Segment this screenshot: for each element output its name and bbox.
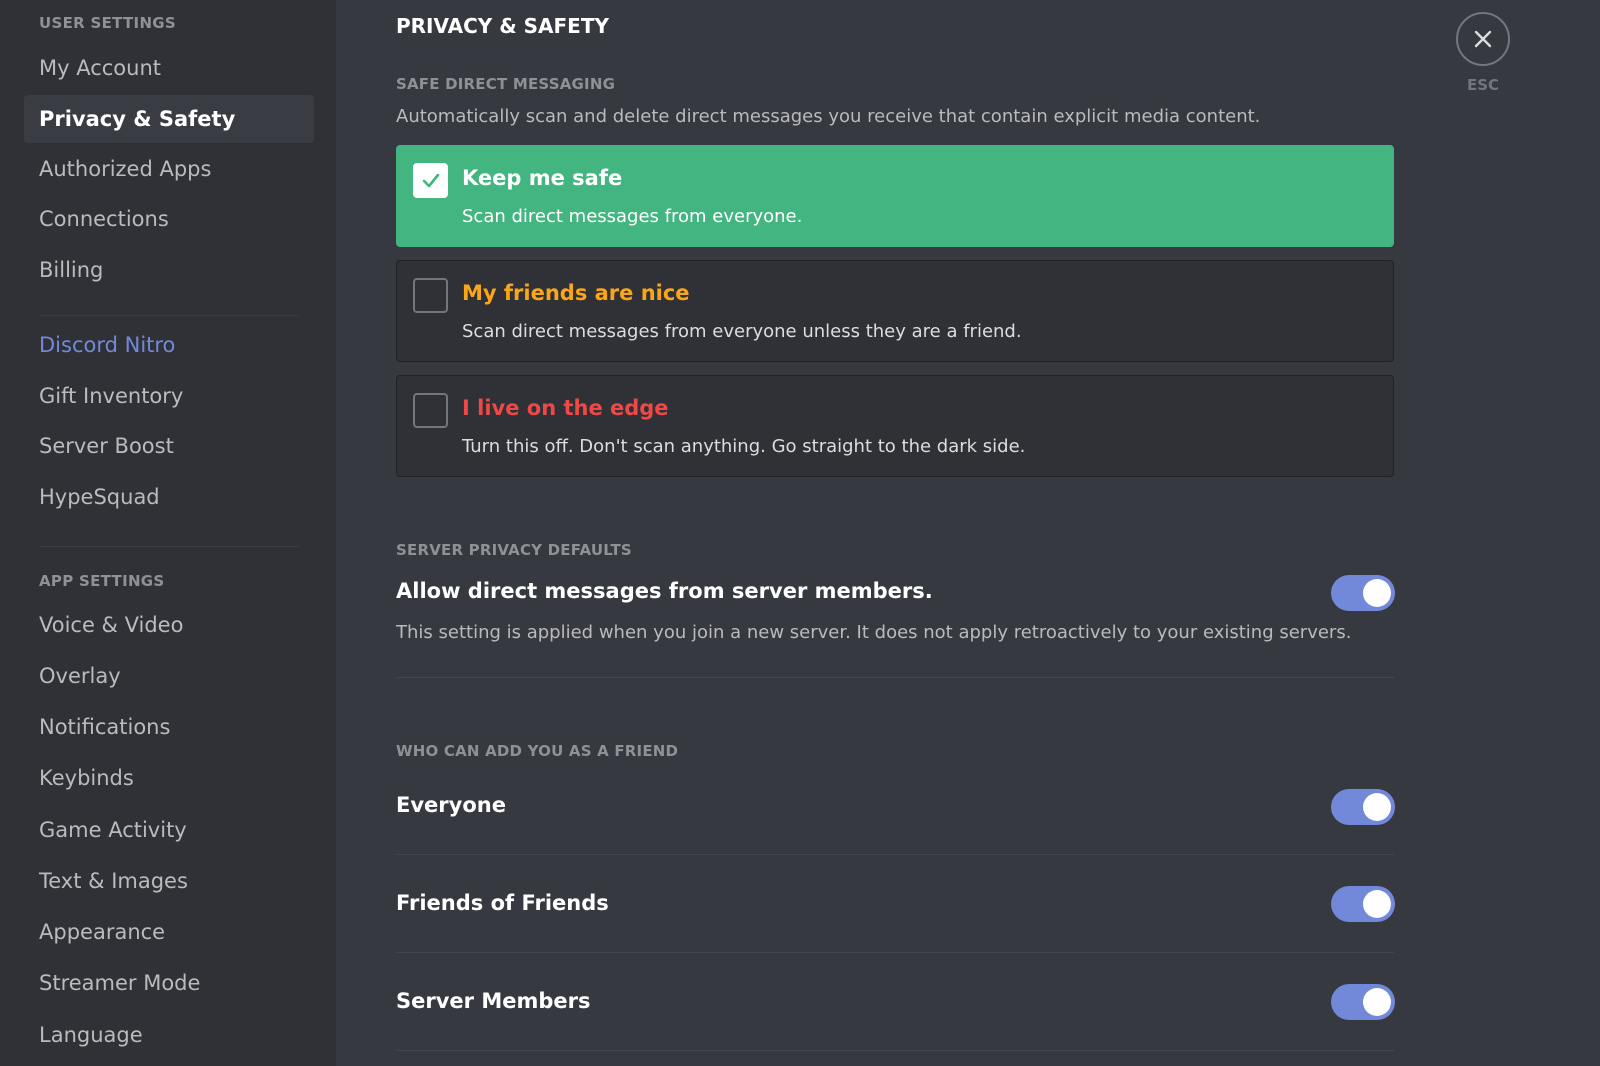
row-divider bbox=[396, 854, 1394, 855]
server-privacy-section-title: SERVER PRIVACY DEFAULTS bbox=[396, 541, 632, 559]
sidebar-item-hypesquad[interactable]: HypeSquad bbox=[24, 473, 314, 521]
app-settings-header: APP SETTINGS bbox=[39, 572, 165, 590]
option-title: I live on the edge bbox=[462, 396, 669, 420]
sidebar-item-gift-inventory[interactable]: Gift Inventory bbox=[24, 372, 314, 420]
close-icon bbox=[1474, 30, 1492, 48]
option-my-friends-are-nice[interactable]: My friends are nice Scan direct messages… bbox=[396, 260, 1394, 362]
sidebar-item-connections[interactable]: Connections bbox=[24, 195, 314, 243]
sidebar-item-language[interactable]: Language bbox=[24, 1011, 314, 1059]
allow-dm-setting-label: Allow direct messages from server member… bbox=[396, 579, 933, 603]
sidebar-item-notifications[interactable]: Notifications bbox=[24, 703, 314, 751]
sidebar-item-my-account[interactable]: My Account bbox=[24, 44, 314, 92]
toggle-knob bbox=[1363, 890, 1391, 918]
sidebar-item-server-boost[interactable]: Server Boost bbox=[24, 422, 314, 470]
close-button[interactable] bbox=[1456, 12, 1510, 66]
option-i-live-on-the-edge[interactable]: I live on the edge Turn this off. Don't … bbox=[396, 375, 1394, 477]
sidebar-item-overlay[interactable]: Overlay bbox=[24, 652, 314, 700]
sidebar-item-text-images[interactable]: Text & Images bbox=[24, 857, 314, 905]
sidebar-item-billing[interactable]: Billing bbox=[24, 246, 314, 294]
checkbox-unchecked[interactable] bbox=[413, 393, 448, 428]
friend-server-members-toggle[interactable] bbox=[1331, 984, 1395, 1020]
friend-server-members-label: Server Members bbox=[396, 989, 591, 1013]
server-privacy-note: This setting is applied when you join a … bbox=[396, 622, 1352, 643]
sidebar-divider bbox=[39, 315, 299, 316]
checkmark-icon bbox=[422, 173, 440, 188]
friend-everyone-label: Everyone bbox=[396, 793, 506, 817]
sidebar-divider bbox=[39, 546, 299, 547]
allow-dm-toggle[interactable] bbox=[1331, 575, 1395, 611]
friend-requests-section-title: WHO CAN ADD YOU AS A FRIEND bbox=[396, 742, 679, 760]
friend-friends-of-friends-toggle[interactable] bbox=[1331, 886, 1395, 922]
option-description: Scan direct messages from everyone unles… bbox=[462, 321, 1022, 342]
row-divider bbox=[396, 1050, 1394, 1051]
sidebar-item-privacy-safety[interactable]: Privacy & Safety bbox=[24, 95, 314, 143]
option-description: Turn this off. Don't scan anything. Go s… bbox=[462, 436, 1026, 457]
page-title: PRIVACY & SAFETY bbox=[396, 14, 609, 38]
checkbox-checked[interactable] bbox=[413, 163, 448, 198]
row-divider bbox=[396, 952, 1394, 953]
sidebar-item-streamer-mode[interactable]: Streamer Mode bbox=[24, 959, 314, 1007]
section-divider bbox=[396, 677, 1394, 678]
sidebar-item-appearance[interactable]: Appearance bbox=[24, 908, 314, 956]
safe-dm-section-title: SAFE DIRECT MESSAGING bbox=[396, 75, 616, 93]
option-title: My friends are nice bbox=[462, 281, 690, 305]
safe-dm-description: Automatically scan and delete direct mes… bbox=[396, 106, 1261, 127]
toggle-knob bbox=[1363, 579, 1391, 607]
sidebar-item-authorized-apps[interactable]: Authorized Apps bbox=[24, 145, 314, 193]
user-settings-header: USER SETTINGS bbox=[39, 14, 177, 32]
option-keep-me-safe[interactable]: Keep me safe Scan direct messages from e… bbox=[396, 145, 1394, 247]
sidebar-item-voice-video[interactable]: Voice & Video bbox=[24, 601, 314, 649]
sidebar-item-keybinds[interactable]: Keybinds bbox=[24, 754, 314, 802]
option-description: Scan direct messages from everyone. bbox=[462, 206, 803, 227]
close-settings: ESC bbox=[1455, 12, 1511, 94]
option-title: Keep me safe bbox=[462, 166, 623, 190]
friend-friends-of-friends-label: Friends of Friends bbox=[396, 891, 609, 915]
settings-sidebar: USER SETTINGS My Account Privacy & Safet… bbox=[0, 0, 336, 1066]
toggle-knob bbox=[1363, 793, 1391, 821]
sidebar-item-game-activity[interactable]: Game Activity bbox=[24, 806, 314, 854]
friend-everyone-toggle[interactable] bbox=[1331, 789, 1395, 825]
toggle-knob bbox=[1363, 988, 1391, 1016]
sidebar-item-discord-nitro[interactable]: Discord Nitro bbox=[24, 321, 314, 369]
esc-label: ESC bbox=[1466, 76, 1500, 94]
checkbox-unchecked[interactable] bbox=[413, 278, 448, 313]
